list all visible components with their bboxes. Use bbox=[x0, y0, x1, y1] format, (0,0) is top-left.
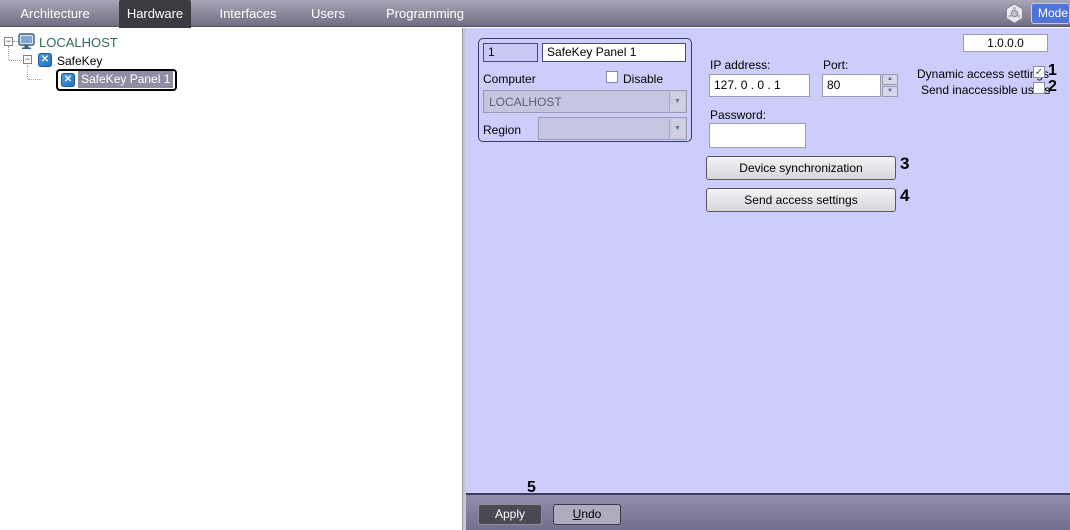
undo-button-rest: ndo bbox=[581, 507, 602, 521]
tree-connector bbox=[9, 60, 22, 61]
computer-icon bbox=[18, 33, 35, 53]
application-window: Architecture Hardware Interfaces Users P… bbox=[0, 0, 1070, 530]
port-spinner: ▲ ▼ bbox=[882, 74, 898, 97]
undo-button[interactable]: Undo bbox=[553, 504, 621, 525]
tree-connector bbox=[8, 46, 9, 60]
tab-architecture[interactable]: Architecture bbox=[10, 0, 100, 27]
tab-users[interactable]: Users bbox=[300, 0, 356, 27]
device-x-icon: ✕ bbox=[38, 53, 52, 67]
port-label: Port: bbox=[823, 58, 849, 72]
tree-node-localhost[interactable]: LOCALHOST bbox=[39, 35, 118, 51]
dynamic-access-label: Dynamic access settings bbox=[917, 67, 1050, 81]
hardware-tree-panel: − LOCALHOST − ✕ SafeKey ✕ SafeKey Panel … bbox=[0, 28, 462, 530]
device-x-icon: ✕ bbox=[61, 73, 75, 87]
region-dropdown[interactable]: ▼ bbox=[538, 117, 687, 140]
tab-programming[interactable]: Programming bbox=[380, 0, 470, 27]
send-access-settings-button[interactable]: Send access settings bbox=[706, 188, 896, 212]
safekey-panel-settings: 1.0.0.0 1 SafeKey Panel 1 Computer Disab… bbox=[466, 28, 1070, 496]
annotation-1: 1 bbox=[1048, 62, 1057, 79]
send-inaccessible-label: Send inaccessible users bbox=[921, 83, 1051, 97]
send-inaccessible-checkbox[interactable] bbox=[1033, 82, 1045, 94]
disable-checkbox[interactable] bbox=[606, 71, 618, 83]
tree-connector bbox=[28, 79, 42, 80]
apply-button[interactable]: Apply bbox=[478, 504, 542, 525]
password-field[interactable] bbox=[709, 123, 806, 148]
spinner-down-icon[interactable]: ▼ bbox=[882, 86, 898, 97]
device-synchronization-button[interactable]: Device synchronization bbox=[706, 156, 896, 180]
settings-gear-icon[interactable] bbox=[1004, 3, 1025, 24]
computer-dropdown[interactable]: LOCALHOST ▼ bbox=[483, 90, 687, 113]
tab-hardware[interactable]: Hardware bbox=[119, 0, 191, 29]
dynamic-access-checkbox[interactable]: ✓ bbox=[1033, 66, 1045, 78]
annotation-4: 4 bbox=[900, 186, 910, 205]
computer-dropdown-value: LOCALHOST bbox=[489, 95, 562, 109]
tree-node-safekey-panel-label: SafeKey Panel 1 bbox=[78, 71, 174, 88]
annotation-2: 2 bbox=[1048, 78, 1057, 95]
object-name-field[interactable]: SafeKey Panel 1 bbox=[542, 43, 686, 62]
chevron-down-icon[interactable]: ▼ bbox=[669, 92, 685, 111]
top-menu-bar: Architecture Hardware Interfaces Users P… bbox=[0, 0, 1070, 29]
computer-label: Computer bbox=[483, 72, 536, 86]
footer-bar: Apply Undo bbox=[466, 493, 1070, 530]
version-field: 1.0.0.0 bbox=[963, 34, 1048, 52]
spinner-up-icon[interactable]: ▲ bbox=[882, 74, 898, 85]
annotation-3: 3 bbox=[900, 154, 910, 173]
collapse-toggle-localhost[interactable]: − bbox=[4, 37, 13, 46]
ip-address-field[interactable]: 127. 0 . 0 . 1 bbox=[709, 74, 810, 97]
chevron-down-icon[interactable]: ▼ bbox=[669, 119, 685, 138]
collapse-toggle-safekey[interactable]: − bbox=[23, 55, 32, 64]
tree-node-safekey[interactable]: SafeKey bbox=[57, 53, 102, 69]
password-label: Password: bbox=[710, 108, 767, 122]
region-label: Region bbox=[483, 123, 522, 137]
tree-connector bbox=[27, 65, 28, 79]
undo-button-accel: U bbox=[572, 507, 582, 521]
tab-interfaces[interactable]: Interfaces bbox=[210, 0, 286, 27]
port-field[interactable]: 80 bbox=[822, 74, 881, 97]
object-id-field[interactable]: 1 bbox=[483, 43, 538, 62]
tree-node-safekey-panel-selected[interactable]: ✕ SafeKey Panel 1 bbox=[56, 69, 177, 91]
disable-label: Disable bbox=[623, 72, 664, 86]
mode-button[interactable]: Mode: D bbox=[1031, 3, 1070, 24]
ip-address-label: IP address: bbox=[710, 58, 771, 72]
